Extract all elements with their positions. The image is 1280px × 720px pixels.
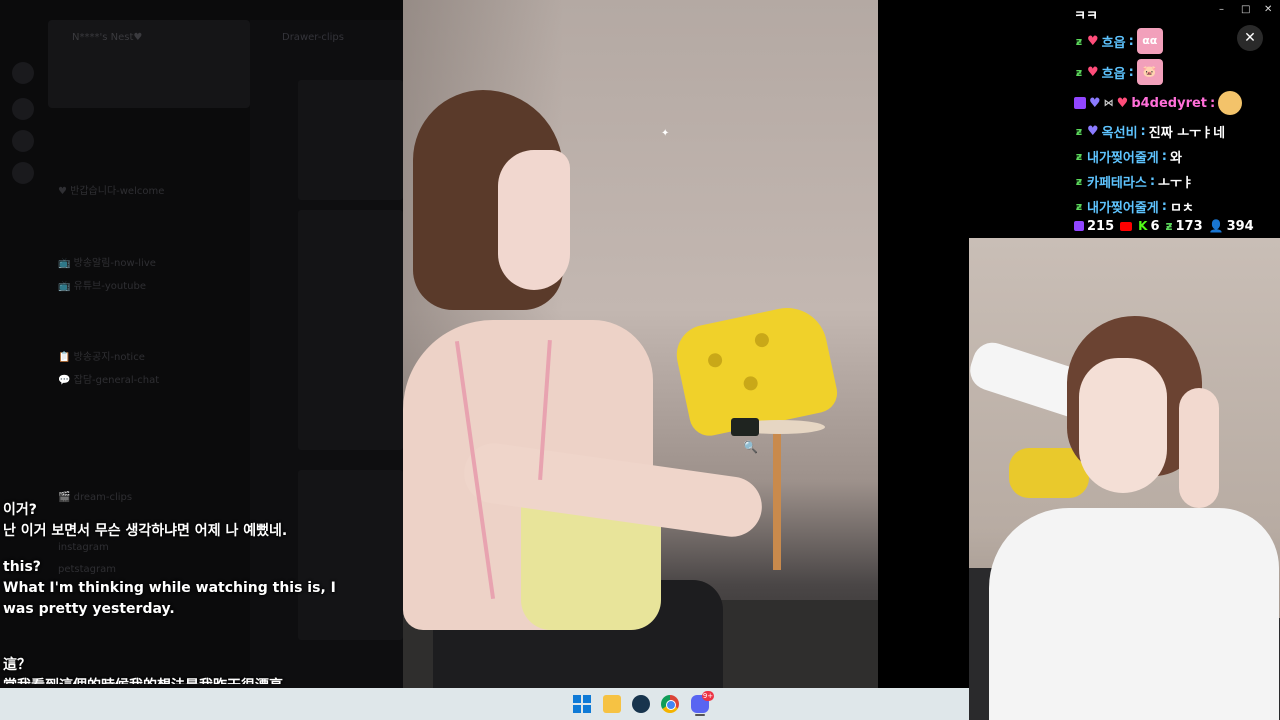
subtitle-line: What I'm thinking while watching this is… [3,580,336,596]
minimize-button[interactable]: – [1219,4,1224,15]
channel-item[interactable]: 📋 방송공지-notice [58,348,145,363]
server-name[interactable]: N****'s Nest♥ [72,32,142,43]
channel-item[interactable]: 📺 유튜브-youtube [58,277,146,292]
timer-device [731,418,759,436]
chat-message: ƶ 카페테라스: ㅗㅜㅑ [1075,172,1194,191]
chat-message: ƶ 내가찢어줄게: ㅁㅊ [1075,197,1194,216]
person-shirt [989,508,1279,720]
chat-text: 진짜 ㅗㅜㅑ네 [1148,125,1226,141]
subtitle-line: was pretty yesterday. [3,601,175,617]
chat-message: ƶ 내가찢어줄게: 와 [1075,147,1182,166]
chat-username[interactable]: 내가찢어줄게 [1087,197,1159,216]
kick-icon: K [1138,219,1148,233]
emote-icon: αα [1136,28,1163,54]
chat-username[interactable]: 내가찢어줄게 [1087,147,1159,166]
chat-text: ㅋㅋ [1074,8,1098,24]
chat-username[interactable]: 흐읍 [1102,32,1126,51]
magnifier-cursor-icon: 🔍 [743,440,758,454]
steam-icon[interactable] [632,695,650,713]
viewer-stats: 215 K 6 ƶ 173 👤 394 [1074,217,1254,235]
server-icon[interactable] [12,98,34,120]
heart-badge-icon: ♥ [1087,33,1099,49]
subtitle-line: 當我看到這個的時候我的想法是我昨天很漂亮 [3,676,403,684]
file-explorer-icon[interactable] [603,695,621,713]
sparkle-icon: ✦ [661,128,670,139]
chat-username[interactable]: 흐읍 [1102,63,1126,82]
chzzk-icon: ƶ [1075,124,1083,138]
bow-badge-icon: ⋈ [1103,97,1114,109]
kick-viewers: K 6 [1138,218,1160,234]
chzzk-icon: ƶ [1075,65,1083,79]
youtube-icon [1120,221,1133,231]
chat-message: ♥ ⋈ ♥ b4dedyret: [1074,91,1243,115]
channel-item[interactable]: ♥ 반갑습니다-welcome [58,182,164,197]
chat-message: ƶ ♥ 흐읍: 🐷 [1074,59,1163,85]
explore-icon[interactable] [12,162,34,184]
person-arm [1179,388,1219,508]
subtitle-overlay: 이거? 난 이거 보면서 무슨 생각하냐면 어제 나 예뻤네. this? Wh… [3,500,403,684]
chzzk-icon: ƶ [1075,149,1083,163]
chrome-icon[interactable] [661,695,679,713]
chat-username[interactable]: b4dedyret [1131,96,1207,111]
maximize-button[interactable]: □ [1241,4,1250,15]
subtitle-line: this? [3,559,41,575]
notification-badge: 9+ [702,691,714,701]
total-viewers: 👤 394 [1208,218,1254,234]
channel-item[interactable]: 📺 방송알림-now-live [58,254,156,269]
chat-text: 와 [1169,150,1182,166]
emote-icon [1218,91,1243,115]
overlay-close-button[interactable]: ✕ [1237,25,1263,51]
heart-badge-icon: ♥ [1087,64,1099,80]
chat-text: ㅗㅜㅑ [1158,175,1194,191]
server-icon[interactable] [12,130,34,152]
chat-username[interactable]: 옥선비 [1102,122,1138,141]
chat-username[interactable]: 카페테라스 [1087,172,1147,191]
chat-message: ƶ ♥ 옥선비: 진짜 ㅗㅜㅑ네 [1075,122,1226,141]
windows-start-icon[interactable] [573,695,591,713]
subtitle-line: 這？ [3,657,31,673]
chzzk-icon: ƶ [1075,34,1083,48]
chzzk-viewers: ƶ 173 [1165,218,1203,234]
channel-title: Drawer-clips [282,32,344,43]
chzzk-icon: ƶ [1075,174,1083,188]
window-close-button[interactable]: ✕ [1264,4,1272,15]
active-app-indicator [695,714,705,716]
emote-icon: 🐷 [1136,59,1163,85]
main-video-player[interactable]: ✦ 🔍 [403,0,878,688]
subtitle-line: 난 이거 보면서 무슨 생각하냐면 어제 나 예뻤네. [3,523,288,539]
server-icon[interactable] [12,62,34,84]
channel-item[interactable]: 💬 잡담-general-chat [58,371,159,386]
video-thumbnail[interactable] [298,80,403,200]
chzzk-icon: ƶ [1165,219,1173,233]
twitch-viewers: 215 [1074,219,1114,234]
stool [773,430,781,570]
heart-badge-icon: ♥ [1087,123,1099,139]
person-face [1079,358,1167,493]
webcam-feed [969,238,1280,720]
heart-badge-icon: ♥ [1116,95,1129,111]
chat-text: ㅁㅊ [1169,200,1194,216]
chat-message: ƶ ♥ 흐읍: αα [1074,28,1163,54]
chzzk-icon: ƶ [1075,199,1083,213]
twitch-icon [1074,221,1084,231]
youtube-viewers [1120,221,1133,231]
chat-message: ㅋㅋ [1074,4,1098,24]
taskbar [0,688,969,720]
user-icon: 👤 [1208,219,1224,233]
video-thumbnail[interactable] [298,210,403,450]
subtitle-line: 이거? [3,502,37,518]
person-face [498,150,570,290]
twitch-icon [1074,97,1086,109]
heart-badge-icon: ♥ [1089,95,1101,111]
